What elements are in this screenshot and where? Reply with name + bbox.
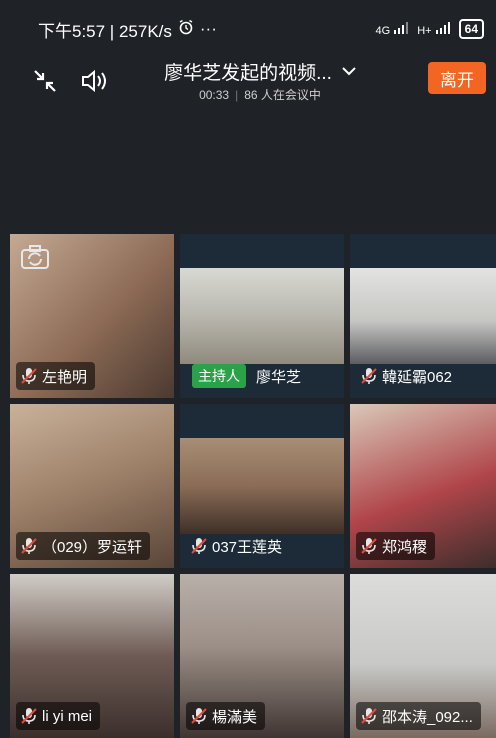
video-feed: [180, 438, 344, 534]
mic-muted-icon: [361, 368, 377, 384]
signal-4g-icon: 4G: [375, 22, 409, 37]
participant-name: （029）罗运轩: [42, 538, 143, 556]
minimize-icon: [34, 70, 56, 92]
video-feed: [180, 268, 344, 364]
speaker-icon: [82, 69, 106, 93]
participant-name: 韓延霸062: [382, 368, 453, 386]
participant-name: 郑鸿稷: [382, 538, 428, 556]
meeting-title-area[interactable]: 廖华芝发起的视频... 00:33 | 86 人在会议中: [140, 58, 380, 103]
signal-hplus-icon: H+: [417, 22, 450, 37]
alarm-icon: [178, 19, 194, 40]
participant-tile[interactable]: （029）罗运轩: [10, 404, 174, 568]
participant-name: 廖华芝: [256, 368, 302, 386]
participant-tile[interactable]: 韓延霸062: [350, 234, 496, 398]
mic-muted-icon: [21, 538, 37, 554]
meeting-duration: 00:33: [199, 88, 230, 102]
status-bar: 下午5:57 | 257K/s ··· 4G H+ 64: [0, 0, 496, 58]
mic-muted-icon: [361, 708, 377, 724]
participant-label: 左艳明: [16, 362, 96, 390]
call-header: 廖华芝发起的视频... 00:33 | 86 人在会议中 离开: [0, 58, 496, 108]
participant-name: 楊滿美: [212, 708, 258, 726]
participant-label: 韓延霸062: [356, 362, 460, 390]
mic-muted-icon: [191, 538, 207, 554]
participant-name: 037王莲英: [212, 538, 283, 556]
video-feed: [350, 268, 496, 364]
chevron-down-icon[interactable]: [342, 66, 356, 76]
participant-label: 郑鸿稷: [356, 532, 436, 560]
participant-count: 86 人在会议中: [244, 88, 321, 102]
participant-tile[interactable]: 左艳明: [10, 234, 174, 398]
participant-label: 037王莲英: [186, 532, 290, 560]
participant-label: （029）罗运轩: [16, 532, 151, 560]
participant-name: 左艳明: [42, 368, 88, 386]
participant-label: li yi mei: [16, 702, 101, 730]
participant-tile[interactable]: 楊滿美: [180, 574, 344, 738]
participant-name: 邵本涛_092...: [382, 708, 473, 726]
network-4g-label: 4G: [375, 25, 391, 37]
battery-level: 64: [464, 22, 478, 36]
video-grid: 左艳明 主持人 廖华芝 韓延霸062 （029）罗运轩 037王莲英 郑鸿稷 l…: [10, 234, 496, 738]
mic-muted-icon: [21, 368, 37, 384]
network-hplus-label: H+: [417, 25, 432, 37]
participant-name: li yi mei: [42, 707, 93, 725]
participant-tile[interactable]: li yi mei: [10, 574, 174, 738]
switch-camera-button[interactable]: [20, 244, 50, 275]
participant-label: 楊滿美: [186, 702, 266, 730]
participant-tile[interactable]: 郑鸿稷: [350, 404, 496, 568]
meeting-title: 廖华芝发起的视频...: [164, 62, 332, 84]
speaker-button[interactable]: [80, 66, 110, 96]
host-badge: 主持人: [192, 364, 246, 388]
mic-muted-icon: [361, 538, 377, 554]
leave-button[interactable]: 离开: [428, 62, 486, 94]
participant-label: 主持人 廖华芝: [186, 362, 309, 390]
mic-muted-icon: [191, 708, 207, 724]
participant-tile[interactable]: 037王莲英: [180, 404, 344, 568]
mic-muted-icon: [21, 708, 37, 724]
switch-camera-icon: [21, 245, 49, 269]
minimize-window-button[interactable]: [30, 66, 60, 96]
more-notifications-icon: ···: [199, 19, 217, 38]
participant-label: 邵本涛_092...: [356, 702, 481, 730]
participant-tile[interactable]: 邵本涛_092...: [350, 574, 496, 738]
participant-tile-host[interactable]: 主持人 廖华芝: [180, 234, 344, 398]
battery-icon: 64: [458, 19, 484, 39]
status-time: 下午5:57 | 257K/s: [38, 21, 172, 41]
